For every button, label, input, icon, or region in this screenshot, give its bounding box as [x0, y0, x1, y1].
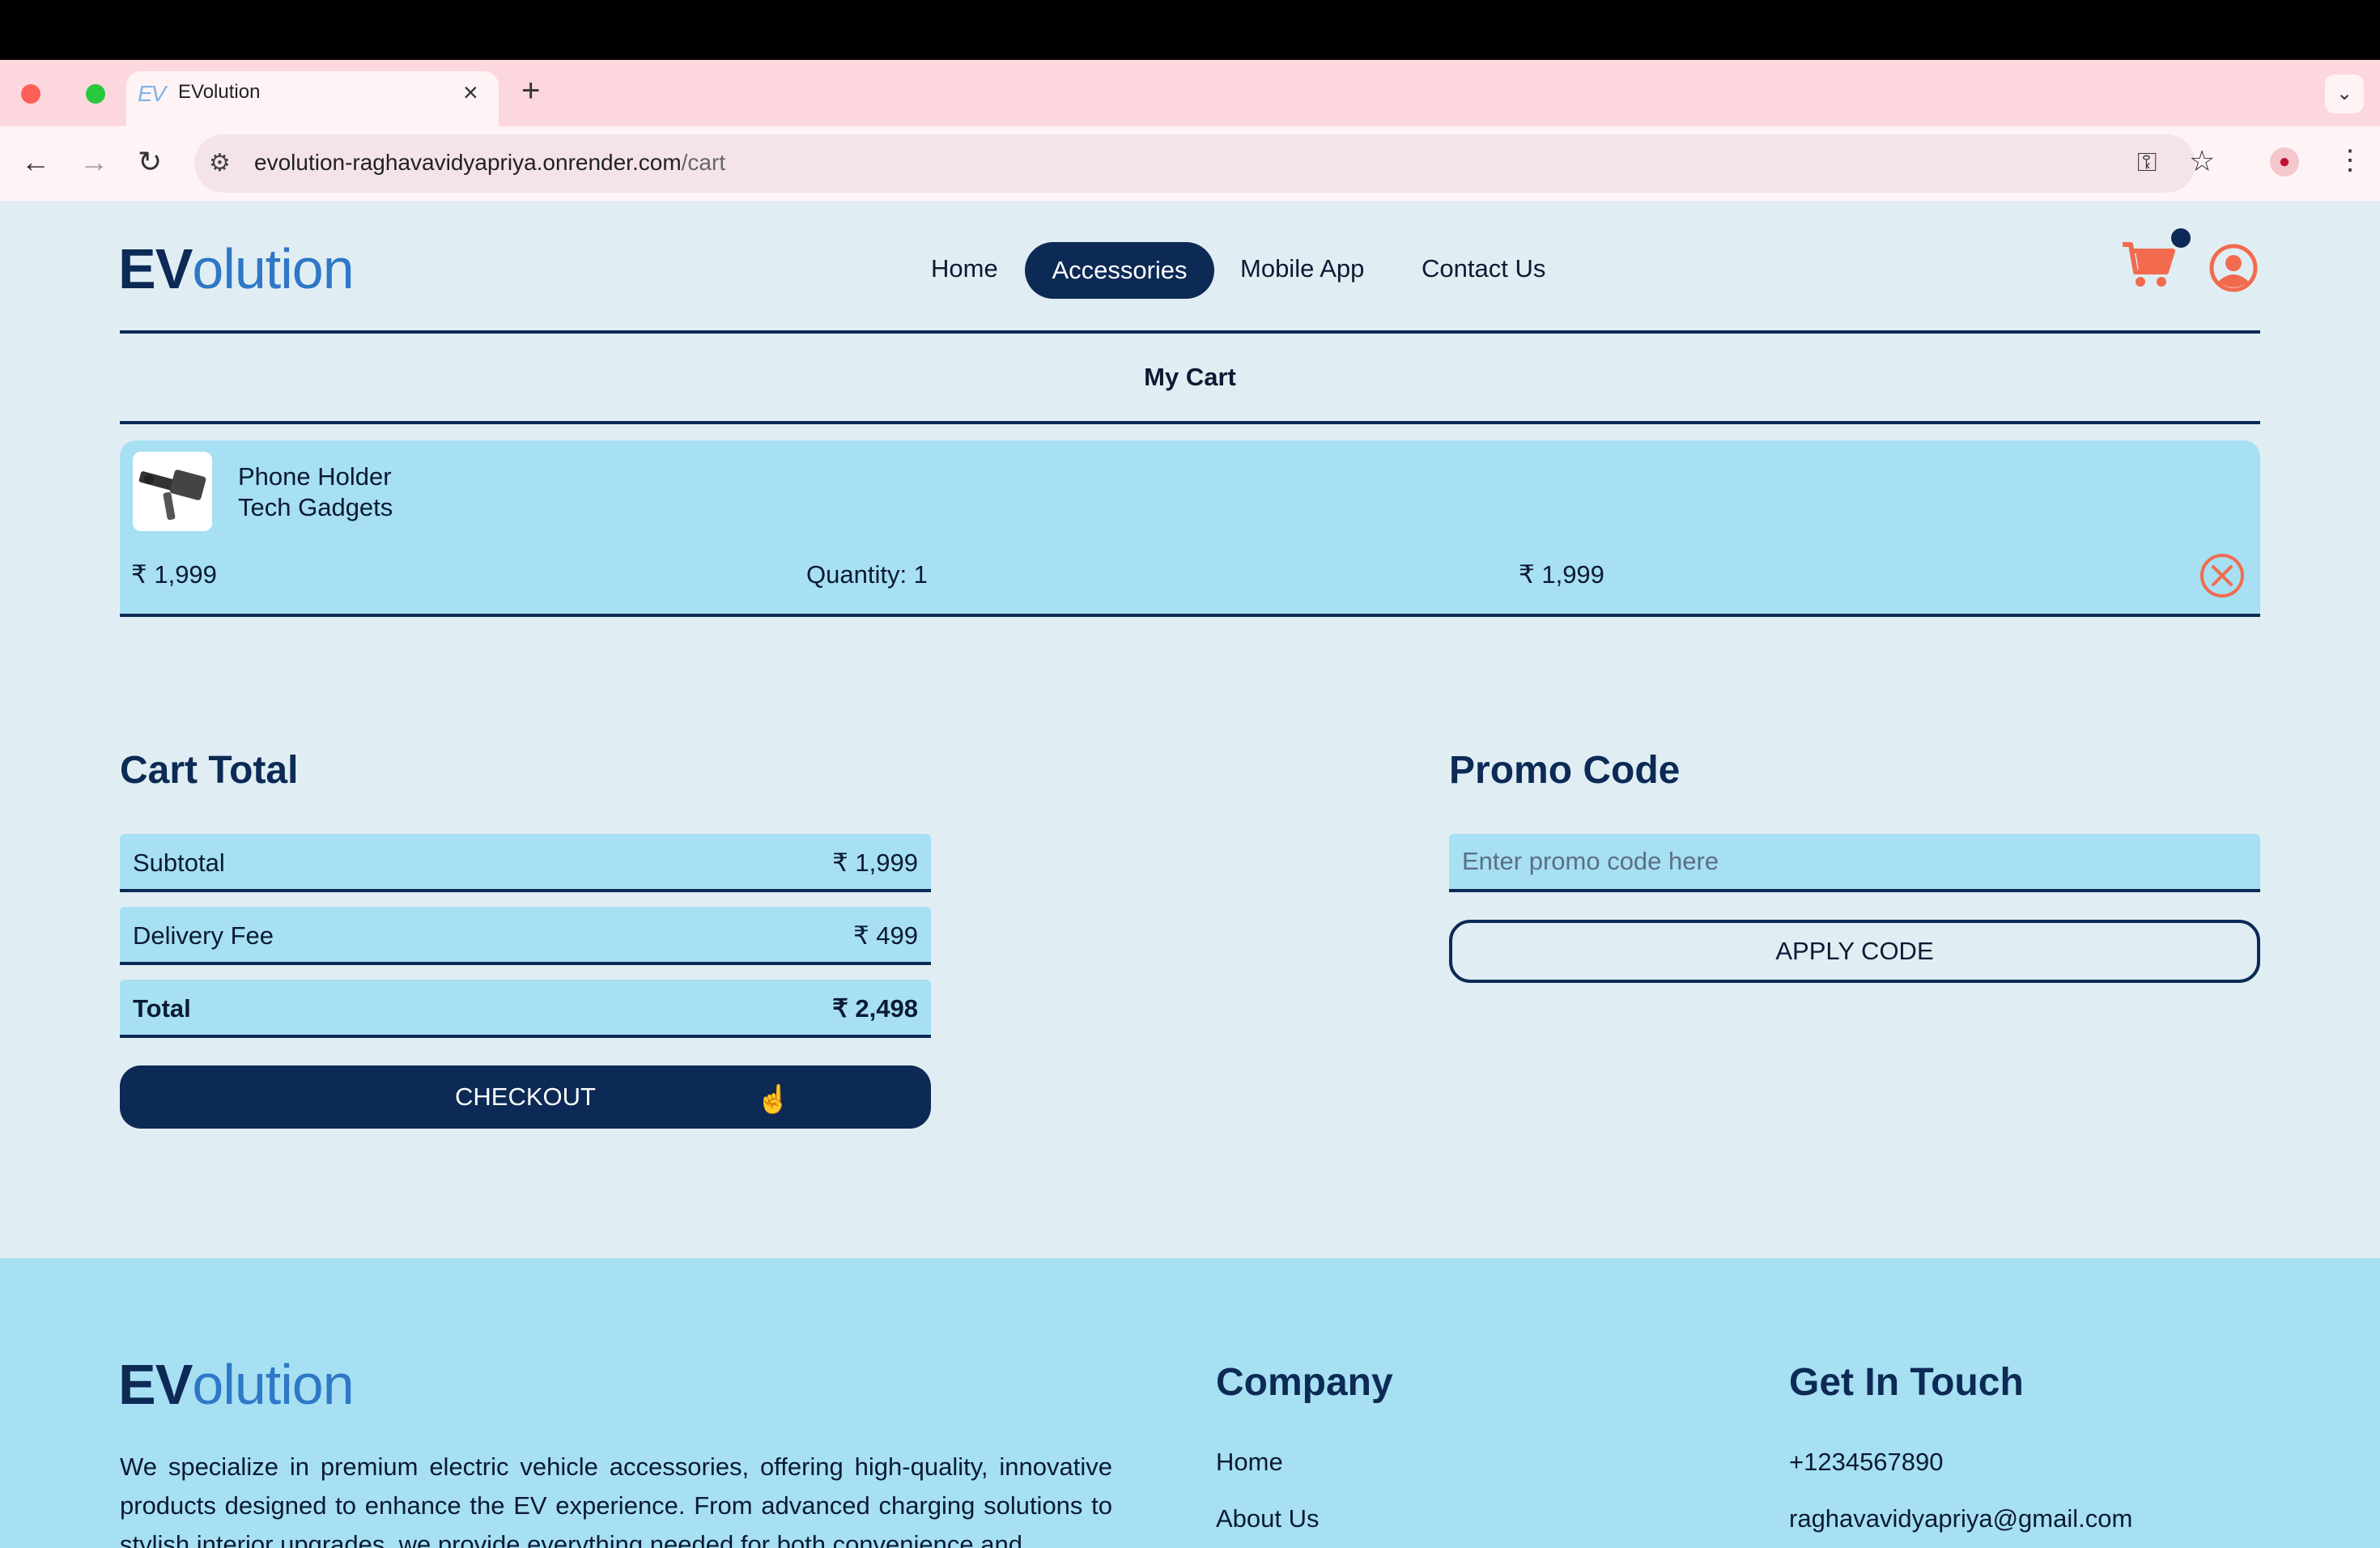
promo-code-input[interactable]: [1449, 834, 2260, 892]
item-unit-price: ₹ 1,999: [131, 560, 217, 589]
cart-icon[interactable]: [2121, 240, 2176, 290]
subtotal-label: Subtotal: [133, 848, 225, 877]
reload-icon[interactable]: ↻: [138, 144, 162, 180]
delivery-fee-value: ₹ 499: [852, 921, 918, 950]
subtotal-value: ₹ 1,999: [832, 848, 918, 877]
cart-heading: My Cart: [1144, 363, 1236, 391]
tab-search-icon[interactable]: ⌄: [2325, 74, 2364, 113]
company-heading: Company: [1216, 1361, 1393, 1404]
phone-holder-image: [138, 470, 206, 521]
cart-badge-dot: [2171, 228, 2191, 248]
site-logo[interactable]: EVolution: [118, 236, 355, 301]
browser-menu-icon[interactable]: ⋮: [2336, 144, 2364, 176]
footer-link-home[interactable]: Home: [1216, 1448, 1283, 1477]
favicon-icon: EV: [138, 81, 166, 106]
item-line-total: ₹ 1,999: [1519, 560, 1604, 589]
maximize-window-button[interactable]: [86, 84, 105, 104]
cart-item-row: [120, 440, 2260, 617]
site-info-icon[interactable]: ⚙: [209, 149, 231, 177]
bookmark-star-icon[interactable]: ☆: [2189, 144, 2215, 178]
url-path: /cart: [681, 150, 726, 175]
password-key-icon[interactable]: ⚿: [2137, 147, 2157, 178]
url-text[interactable]: evolution-raghavavidyapriya.onrender.com…: [254, 150, 725, 176]
footer-link-about-us[interactable]: About Us: [1216, 1504, 1320, 1533]
delivery-fee-label: Delivery Fee: [133, 921, 274, 950]
remove-item-icon[interactable]: [2199, 552, 2246, 599]
footer-phone: +1234567890: [1789, 1448, 1944, 1476]
checkout-button[interactable]: CHECKOUT: [120, 1065, 931, 1129]
footer-logo-rest-text: olution: [192, 1353, 354, 1416]
url-host: evolution-raghavavidyapriya.onrender.com: [254, 150, 682, 175]
nav-accessories[interactable]: Accessories: [1025, 242, 1214, 299]
logo-ev-text: EV: [118, 237, 193, 300]
nav-contact-us[interactable]: Contact Us: [1422, 254, 1545, 283]
footer-logo[interactable]: EVolution: [118, 1352, 355, 1417]
item-name[interactable]: Phone Holder: [238, 462, 392, 491]
hand-cursor-icon: ☝: [756, 1084, 791, 1115]
promo-code-heading: Promo Code: [1449, 749, 1681, 792]
total-row: Total ₹ 2,498: [120, 980, 931, 1038]
system-top-bar: [0, 0, 2380, 60]
subtotal-row: Subtotal ₹ 1,999: [120, 834, 931, 892]
nav-home[interactable]: Home: [931, 254, 998, 283]
footer-email[interactable]: raghavavidyapriya@gmail.com: [1789, 1504, 2132, 1533]
total-value: ₹ 2,498: [832, 994, 918, 1023]
total-label: Total: [133, 994, 191, 1023]
delivery-fee-row: Delivery Fee ₹ 499: [120, 907, 931, 965]
cart-total-heading: Cart Total: [120, 749, 299, 792]
cart-heading-divider: [120, 421, 2260, 424]
logo-rest-text: olution: [192, 237, 354, 300]
profile-avatar-icon[interactable]: ●: [2270, 147, 2299, 176]
footer-logo-ev-text: EV: [118, 1353, 193, 1416]
footer-description: We specialize in premium electric vehicl…: [120, 1452, 1112, 1548]
forward-icon[interactable]: →: [79, 144, 108, 180]
product-thumbnail: [133, 452, 212, 531]
apply-code-button[interactable]: APPLY CODE: [1449, 920, 2260, 983]
tab-title: EVolution: [178, 81, 261, 103]
close-tab-icon[interactable]: ×: [463, 78, 478, 107]
back-icon[interactable]: ←: [21, 144, 50, 180]
get-in-touch-heading: Get In Touch: [1789, 1361, 2024, 1404]
new-tab-icon[interactable]: +: [521, 74, 540, 107]
item-category: Tech Gadgets: [238, 493, 393, 521]
header-divider: [120, 330, 2260, 334]
nav-mobile-app[interactable]: Mobile App: [1240, 254, 1364, 283]
item-quantity: Quantity: 1: [806, 560, 928, 589]
user-account-icon[interactable]: [2208, 243, 2259, 293]
close-window-button[interactable]: [21, 84, 40, 104]
